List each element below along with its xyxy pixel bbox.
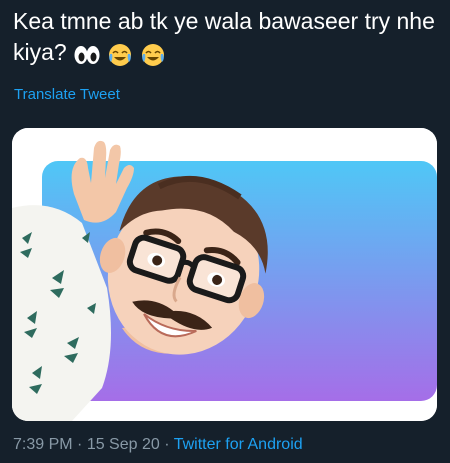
tweet-meta: 7:39 PM · 15 Sep 20 · Twitter for Androi… bbox=[13, 436, 303, 454]
meta-separator: · bbox=[159, 436, 174, 453]
tweet-text: Kea tmne ab tk ye wala bawaseer try nhe … bbox=[13, 6, 443, 76]
avatar-illustration bbox=[12, 128, 437, 421]
meta-separator: · bbox=[72, 436, 87, 453]
eyes-icon bbox=[73, 43, 101, 74]
tweet-source-link[interactable]: Twitter for Android bbox=[174, 436, 303, 453]
tweet-media-image[interactable] bbox=[12, 128, 437, 421]
translate-tweet-link[interactable]: Translate Tweet bbox=[14, 86, 120, 103]
joy-icon bbox=[107, 42, 133, 76]
tweet-date: 15 Sep 20 bbox=[86, 436, 160, 453]
tweet-time: 7:39 PM bbox=[13, 436, 73, 453]
joy-icon bbox=[140, 42, 166, 76]
emoji-group bbox=[73, 42, 166, 76]
